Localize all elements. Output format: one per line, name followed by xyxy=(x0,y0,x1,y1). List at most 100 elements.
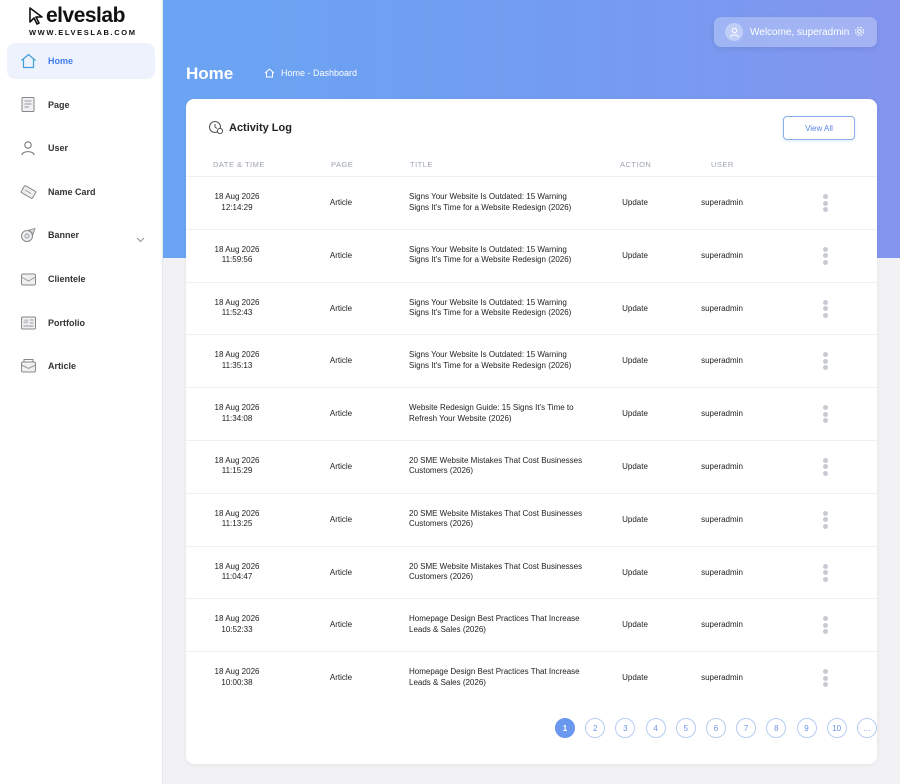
row-datetime: 18 Aug 2026 11:15:29 xyxy=(200,456,274,477)
portfolio-icon xyxy=(19,314,37,332)
more-options-icon[interactable] xyxy=(819,510,831,529)
more-options-icon[interactable] xyxy=(819,563,831,582)
row-action: Update xyxy=(622,303,648,313)
more-options-icon[interactable] xyxy=(819,299,831,318)
row-user: superadmin xyxy=(701,514,743,524)
sidebar: elveslab WWW.ELVESLAB.COM Home Page User xyxy=(0,0,163,784)
user-icon xyxy=(19,139,37,157)
pagination-page[interactable]: 8 xyxy=(766,718,787,738)
activity-table-body: 18 Aug 2026 12:14:29 Article Signs Your Web… xyxy=(186,176,877,704)
sidebar-item-label: Home xyxy=(48,56,74,66)
row-time: 11:52:43 xyxy=(221,308,253,318)
sidebar-item-label: Page xyxy=(48,99,70,110)
pagination-page[interactable]: 6 xyxy=(705,718,726,738)
sidebar-item-portfolio[interactable]: Portfolio xyxy=(7,305,155,341)
chevron-down-icon[interactable] xyxy=(136,230,145,248)
row-action: Update xyxy=(622,356,648,366)
view-all-button[interactable]: View All xyxy=(783,116,855,140)
gear-icon[interactable] xyxy=(854,26,865,40)
row-date: 18 Aug 2026 xyxy=(214,297,260,307)
activity-log-card: Activity Log View All DATE & TIME PAGE T… xyxy=(186,99,877,764)
sidebar-item-page[interactable]: Page xyxy=(7,87,155,123)
row-title: 20 SME Website Mistakes That Cost Busine… xyxy=(409,455,583,476)
row-title: 20 SME Website Mistakes That Cost Busine… xyxy=(409,508,583,529)
table-row[interactable]: 18 Aug 2026 11:15:29 Article 20 SME Website… xyxy=(186,439,877,493)
row-title: 20 SME Website Mistakes That Cost Busine… xyxy=(409,561,583,582)
more-options-icon[interactable] xyxy=(819,669,831,688)
welcome-text: Welcome, superadmin xyxy=(750,26,850,38)
column-header-action: ACTION xyxy=(620,160,652,169)
more-options-icon[interactable] xyxy=(819,246,831,265)
row-title: Signs Your Website Is Outdated: 15 Warni… xyxy=(409,350,572,370)
table-row[interactable]: 18 Aug 2026 12:14:29 Article Signs Your Web… xyxy=(186,176,877,229)
row-action: Update xyxy=(622,567,648,577)
sidebar-item-user[interactable]: User xyxy=(7,130,155,166)
row-title: Website Redesign Guide: 15 Signs It's Ti… xyxy=(409,403,574,423)
pagination-page[interactable]: 1 xyxy=(555,718,575,738)
card-title: Activity Log xyxy=(208,120,292,135)
sidebar-item-name-card[interactable]: Name Card xyxy=(7,174,155,210)
row-title: Signs Your Website Is Outdated: 15 Warni… xyxy=(409,244,572,265)
table-row[interactable]: 18 Aug 2026 11:13:25 Article 20 SME Website… xyxy=(186,492,877,546)
pagination-page[interactable]: 4 xyxy=(645,718,666,738)
sidebar-item-article[interactable]: Article xyxy=(7,348,155,384)
sidebar-nav: Home Page User Name Card Banner Clientel… xyxy=(0,43,162,384)
row-action: Update xyxy=(622,620,648,630)
more-options-icon[interactable] xyxy=(819,352,831,371)
pagination-page[interactable]: 3 xyxy=(615,718,636,738)
row-page: Article xyxy=(329,673,353,683)
row-datetime: 18 Aug 2026 12:14:29 xyxy=(200,192,274,213)
row-date: 18 Aug 2026 xyxy=(214,614,260,624)
sidebar-item-banner[interactable]: Banner xyxy=(7,217,155,253)
table-row[interactable]: 18 Aug 2026 11:04:47 Article 20 SME Website… xyxy=(186,545,877,599)
row-datetime: 18 Aug 2026 11:04:47 xyxy=(200,562,274,583)
column-header-date: DATE & TIME xyxy=(213,160,265,169)
row-date: 18 Aug 2026 xyxy=(214,667,260,677)
logo[interactable]: elveslab WWW.ELVESLAB.COM xyxy=(0,0,162,40)
table-row[interactable]: 18 Aug 2026 11:35:13 Article Signs Your Web… xyxy=(186,334,877,387)
row-date: 18 Aug 2026 xyxy=(214,244,260,254)
brand-url: WWW.ELVESLAB.COM xyxy=(29,28,137,37)
row-action: Update xyxy=(622,514,648,524)
row-time: 11:34:08 xyxy=(221,413,253,423)
activity-log-icon xyxy=(208,120,224,135)
row-title: Signs Your Website Is Outdated: 15 Warni… xyxy=(409,297,572,318)
sidebar-item-home[interactable]: Home xyxy=(7,43,155,79)
row-time: 12:14:29 xyxy=(221,202,253,212)
more-options-icon[interactable] xyxy=(819,405,831,424)
table-row[interactable]: 18 Aug 2026 11:34:08 Article Website Redesi… xyxy=(186,387,877,440)
row-user: superadmin xyxy=(701,567,743,577)
pagination-page[interactable]: 10 xyxy=(826,718,847,738)
more-options-icon[interactable] xyxy=(819,457,831,476)
user-menu[interactable]: Welcome, superadmin xyxy=(714,17,877,47)
row-action: Update xyxy=(622,409,648,419)
breadcrumb-text: Home - Dashboard xyxy=(281,68,358,78)
brand-name: elveslab xyxy=(46,4,125,27)
breadcrumb[interactable]: Home - Dashboard xyxy=(264,68,357,78)
table-row[interactable]: 18 Aug 2026 11:52:43 Article Signs Your Web… xyxy=(186,281,877,335)
row-page: Article xyxy=(329,303,353,313)
article-icon xyxy=(19,357,37,375)
more-options-icon[interactable] xyxy=(819,616,831,635)
sidebar-item-clientele[interactable]: Clientele xyxy=(7,261,155,297)
pagination-page[interactable]: 5 xyxy=(675,718,696,738)
pagination-page[interactable]: 7 xyxy=(736,718,757,738)
table-row[interactable]: 18 Aug 2026 10:52:33 Article Homepage Desig… xyxy=(186,598,877,651)
home-icon xyxy=(19,52,37,70)
table-row[interactable]: 18 Aug 2026 10:00:38 Article Homepage Desig… xyxy=(186,651,877,704)
row-datetime: 18 Aug 2026 11:34:08 xyxy=(200,403,274,424)
sidebar-item-label: Banner xyxy=(48,230,80,241)
row-user: superadmin xyxy=(701,461,743,471)
table-row[interactable]: 18 Aug 2026 11:59:56 Article Signs Your Web… xyxy=(186,228,877,282)
pagination-more[interactable]: ... xyxy=(856,718,877,738)
row-date: 18 Aug 2026 xyxy=(214,350,260,360)
row-time: 11:15:29 xyxy=(221,466,253,476)
row-title: Homepage Design Best Practices That Incr… xyxy=(409,667,580,687)
pagination-page[interactable]: 2 xyxy=(585,718,606,738)
sidebar-item-label: Clientele xyxy=(48,273,86,284)
avatar xyxy=(725,23,743,41)
more-options-icon[interactable] xyxy=(819,194,831,212)
row-user: superadmin xyxy=(701,303,743,313)
sidebar-item-label: Article xyxy=(48,361,77,372)
pagination-page[interactable]: 9 xyxy=(796,718,817,738)
